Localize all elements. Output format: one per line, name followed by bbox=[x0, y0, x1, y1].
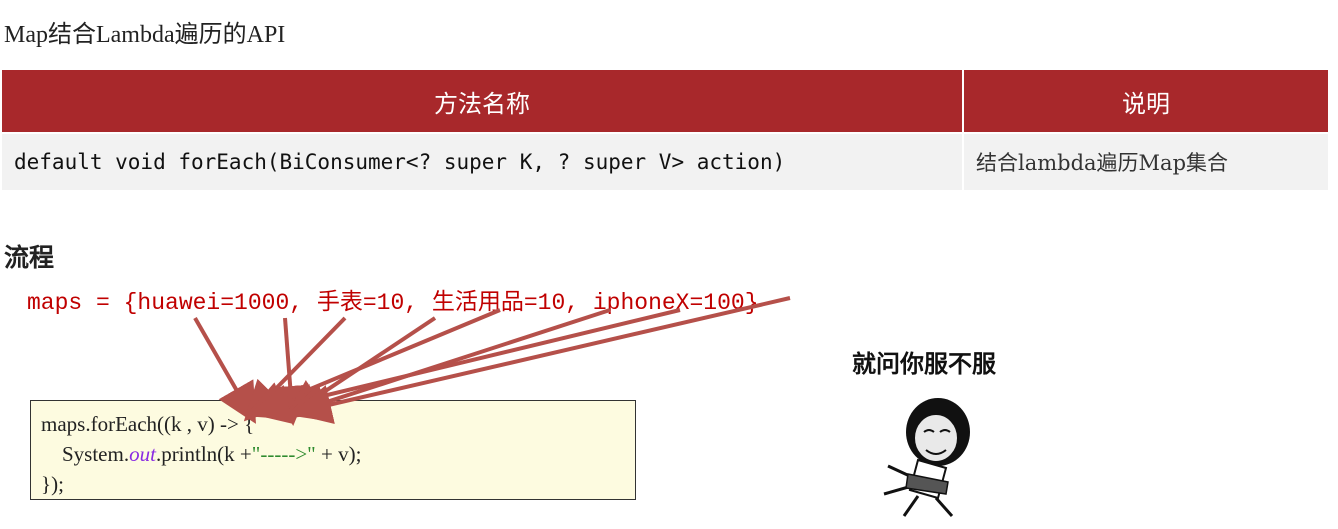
maps-content-line: maps = {huawei=1000, 手表=10, 生活用品=10, iph… bbox=[27, 290, 759, 316]
code-block: maps.forEach((k , v) -> { System.out.pri… bbox=[30, 400, 636, 500]
method-signature: default void forEach(BiConsumer<? super … bbox=[2, 132, 964, 190]
code-line-1: maps.forEach((k , v) -> { bbox=[41, 412, 255, 436]
code-system-prefix: System. bbox=[41, 442, 130, 466]
code-line-2-tail: + v); bbox=[315, 442, 362, 466]
table-header-row: 方法名称 说明 bbox=[2, 70, 1328, 133]
arrow-10b-to-v bbox=[286, 308, 611, 422]
arrow-shenghuo-to-k bbox=[245, 308, 501, 420]
api-table: 方法名称 说明 default void forEach(BiConsumer<… bbox=[2, 70, 1328, 190]
meme-face-icon bbox=[883, 398, 970, 517]
flow-heading: 流程 bbox=[4, 243, 55, 272]
table-row: default void forEach(BiConsumer<? super … bbox=[2, 132, 1328, 190]
arrow-10-to-v bbox=[283, 316, 437, 419]
arrow-iphonex-to-k bbox=[249, 308, 681, 424]
code-line-3: }); bbox=[41, 472, 64, 496]
header-description: 说明 bbox=[963, 70, 1328, 133]
code-string-literal: "----->" bbox=[251, 442, 316, 466]
method-description: 结合lambda遍历Map集合 bbox=[963, 132, 1328, 190]
code-line-2: System.out.println(k +"----->" + v); bbox=[41, 439, 625, 469]
code-out-field: out bbox=[129, 442, 156, 466]
arrow-huawei-to-k bbox=[193, 317, 256, 424]
meme-caption: 就问你服不服 bbox=[852, 350, 996, 378]
arrow-1000-to-v bbox=[270, 317, 311, 426]
arrow-shoubiao-to-k bbox=[243, 316, 347, 422]
code-println-call: .println(k + bbox=[155, 442, 252, 466]
header-method-name: 方法名称 bbox=[2, 70, 964, 133]
page-title: Map结合Lambda遍历的API bbox=[4, 22, 286, 48]
